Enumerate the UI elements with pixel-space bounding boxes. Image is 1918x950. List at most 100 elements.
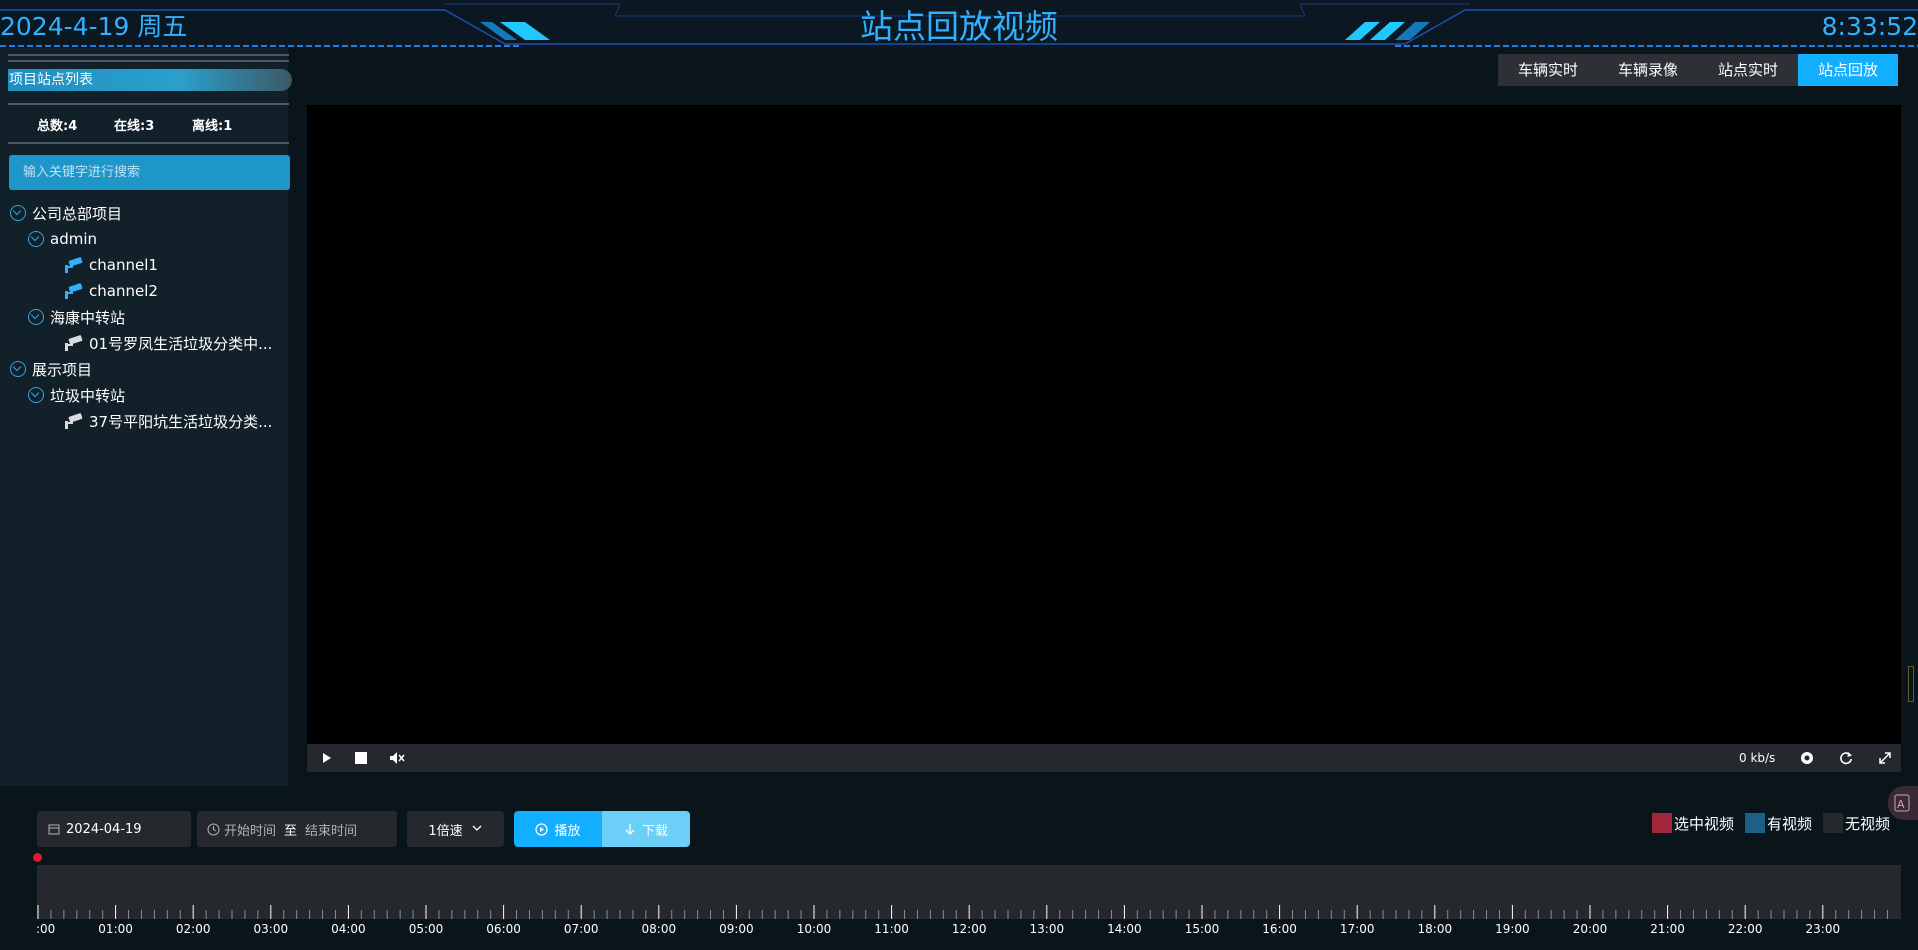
- download-button[interactable]: 下载: [602, 811, 690, 847]
- legend-item-no-video: 无视频: [1823, 812, 1890, 834]
- timeline-hour-label: 07:00: [564, 922, 599, 936]
- header-clock: 8:33:52: [1821, 12, 1918, 41]
- timeline-hour-label: 16:00: [1262, 922, 1297, 936]
- station-stats: 总数:4 在线:3 离线:1: [0, 113, 288, 141]
- speed-value: 1倍速: [428, 823, 463, 839]
- header-bar: 2024-4-19 周五 站点回放视频 8:33:52: [0, 0, 1918, 48]
- tree-node-label: admin: [50, 230, 97, 248]
- timeline-axis[interactable]: 00:00 01:00 02:00 03:00 04:00 05:00 06:00 07:00…: [37, 903, 1901, 950]
- play-circle-icon: [535, 822, 549, 836]
- refresh-icon[interactable]: [1836, 744, 1856, 772]
- timeline-hour-label: 19:00: [1495, 922, 1530, 936]
- time-range-picker[interactable]: 开始时间 至 结束时间: [197, 811, 397, 847]
- station-search-input[interactable]: [9, 155, 290, 190]
- legend-swatch: [1652, 813, 1672, 833]
- tree-node-camera[interactable]: channel1: [64, 252, 158, 278]
- fullscreen-icon[interactable]: [1875, 744, 1895, 772]
- tree-node-camera[interactable]: 37号平阳坑生活垃圾分类...: [64, 408, 279, 434]
- start-time-field[interactable]: 开始时间: [224, 820, 276, 839]
- stop-icon[interactable]: [351, 744, 371, 772]
- camera-icon: [65, 413, 83, 429]
- date-picker[interactable]: 2024-04-19: [37, 811, 191, 847]
- mute-icon[interactable]: [387, 744, 407, 772]
- calendar-icon: [48, 824, 60, 835]
- tree-node-label: 展示项目: [32, 360, 93, 379]
- download-button-label: 下载: [641, 823, 668, 839]
- bitrate-readout: 0 kb/s: [1739, 751, 1776, 765]
- timeline-hour-label: 17:00: [1340, 922, 1375, 936]
- timeline-hour-label: 15:00: [1185, 922, 1220, 936]
- timeline-hour-label: 14:00: [1107, 922, 1142, 936]
- tree-node-subgroup[interactable]: 垃圾中转站: [28, 382, 125, 408]
- side-drag-handle[interactable]: [1908, 666, 1914, 702]
- timeline-hour-label: 21:00: [1650, 922, 1685, 936]
- sidebar-divider: [8, 142, 289, 144]
- timeline-hour-label: 13:00: [1030, 922, 1065, 936]
- camera-icon: [65, 283, 83, 299]
- stat-total: 总数:4: [37, 119, 78, 134]
- tree-node-camera[interactable]: 01号罗凤生活垃圾分类中...: [64, 330, 279, 356]
- range-separator: 至: [284, 823, 298, 839]
- timeline-hour-label: 11:00: [874, 922, 909, 936]
- camera-icon: [65, 257, 83, 273]
- stat-offline: 离线:1: [192, 119, 233, 134]
- timeline-hour-label: 00:00: [37, 922, 55, 936]
- tab-vehicle-live[interactable]: 车辆实时: [1498, 54, 1598, 86]
- play-button-label: 播放: [554, 823, 581, 839]
- download-icon: [625, 823, 635, 835]
- expand-toggle-icon[interactable]: [10, 361, 26, 377]
- expand-toggle-icon[interactable]: [28, 387, 44, 403]
- tab-station-live[interactable]: 站点实时: [1698, 54, 1798, 86]
- tree-node-label: 01号罗凤生活垃圾分类中...: [89, 334, 273, 353]
- video-viewport[interactable]: [307, 105, 1901, 744]
- expand-toggle-icon[interactable]: [10, 205, 26, 221]
- page-title: 站点回放视频: [860, 7, 1058, 46]
- timeline-hour-label: 04:00: [331, 922, 366, 936]
- play-icon[interactable]: [317, 744, 337, 772]
- timeline-hour-label: 06:00: [486, 922, 521, 936]
- tree-node-label: 海康中转站: [50, 308, 126, 327]
- translate-icon[interactable]: A: [1888, 786, 1918, 820]
- tree-node-camera[interactable]: channel2: [64, 278, 158, 304]
- timeline-hour-label: 02:00: [176, 922, 211, 936]
- timeline-hour-label: 03:00: [254, 922, 289, 936]
- speed-select[interactable]: 1倍速: [407, 811, 504, 847]
- station-sidebar: 项目站点列表 总数:4 在线:3 离线:1 公司总部项目 admin chann…: [0, 48, 292, 786]
- timeline-hour-label: 22:00: [1728, 922, 1763, 936]
- screenshot-icon[interactable]: [1797, 744, 1817, 772]
- legend-label: 选中视频: [1674, 814, 1735, 833]
- tree-node-label: 公司总部项目: [32, 204, 123, 223]
- timeline-hour-label: 12:00: [952, 922, 987, 936]
- play-button[interactable]: 播放: [514, 811, 602, 847]
- tree-node-group[interactable]: 公司总部项目: [10, 200, 122, 226]
- legend-label: 有视频: [1767, 814, 1813, 833]
- timeline-hour-label: 01:00: [98, 922, 133, 936]
- tab-vehicle-recording[interactable]: 车辆录像: [1598, 54, 1698, 86]
- tree-node-group[interactable]: 展示项目: [10, 356, 92, 382]
- expand-toggle-icon[interactable]: [28, 231, 44, 247]
- tree-node-label: channel1: [89, 256, 158, 274]
- stat-online: 在线:3: [114, 119, 155, 134]
- timeline-hour-label: 05:00: [409, 922, 444, 936]
- tree-node-label: channel2: [89, 282, 158, 300]
- legend-item-selected: 选中视频: [1652, 812, 1734, 834]
- sidebar-divider: [8, 103, 289, 105]
- legend-item-has-video: 有视频: [1745, 812, 1812, 834]
- date-value: 2024-04-19: [66, 821, 142, 837]
- tree-node-subgroup[interactable]: 海康中转站: [28, 304, 125, 330]
- timeline-cursor[interactable]: [33, 853, 42, 862]
- expand-toggle-icon[interactable]: [28, 309, 44, 325]
- chevron-down-icon: [472, 825, 482, 831]
- clock-icon: [207, 823, 220, 835]
- timeline-hour-label: 18:00: [1418, 922, 1453, 936]
- timeline-hour-label: 23:00: [1806, 922, 1841, 936]
- sidebar-divider: [8, 54, 289, 62]
- tree-node-subgroup[interactable]: admin: [28, 226, 97, 252]
- player-control-bar: 0 kb/s: [307, 744, 1901, 772]
- legend-label: 无视频: [1845, 814, 1891, 833]
- camera-icon: [65, 335, 83, 351]
- tab-station-playback[interactable]: 站点回放: [1798, 54, 1898, 86]
- end-time-field[interactable]: 结束时间: [305, 820, 357, 839]
- timeline-hour-label: 09:00: [719, 922, 754, 936]
- timeline-hour-label: 20:00: [1573, 922, 1608, 936]
